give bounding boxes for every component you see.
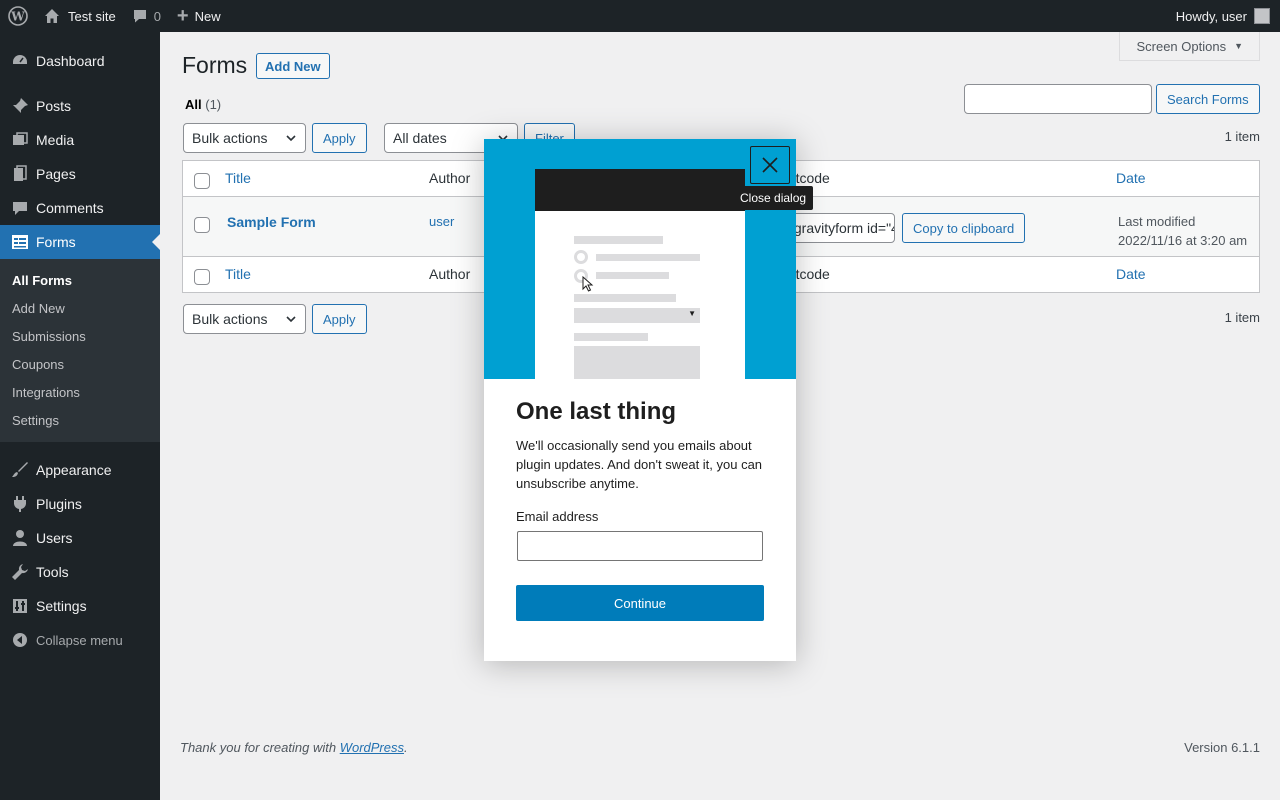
mouse-cursor-icon [582,276,594,292]
illustration-line [574,294,676,302]
illustration-header-bar [535,169,745,211]
illustration-select: ▼ [574,308,700,323]
form-illustration: ▼ [535,169,745,379]
dialog-title: One last thing [516,398,677,425]
continue-button[interactable]: Continue [516,585,764,621]
caret-down-icon: ▼ [688,309,696,318]
modal-overlay: ▼ Close dialog One last thing We'll occa… [0,0,1280,800]
illustration-textarea [574,346,700,379]
email-field[interactable] [517,531,763,561]
dialog-description: We'll occasionally send you emails about… [516,438,763,491]
email-label: Email address [516,509,599,524]
illustration-line [596,254,700,261]
illustration-line [596,272,669,279]
close-dialog-tooltip: Close dialog [733,186,814,210]
signup-dialog: ▼ Close dialog One last thing We'll occa… [484,139,814,661]
close-icon [762,157,778,173]
close-dialog-button[interactable] [750,146,790,184]
illustration-line [574,236,663,244]
illustration-radio [574,250,588,264]
dialog-illustration-area: ▼ [484,139,796,379]
illustration-line [574,333,648,341]
